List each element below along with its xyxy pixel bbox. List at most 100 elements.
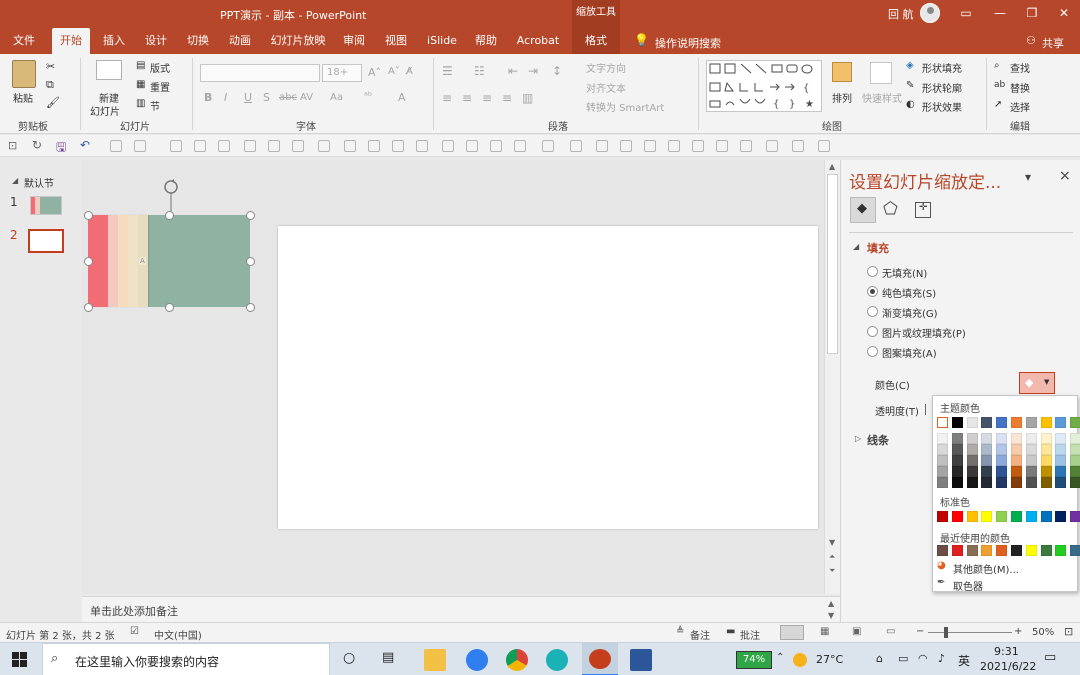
theme-shade-swatch[interactable] — [1011, 477, 1022, 488]
font-size-combo[interactable]: 18+ — [322, 64, 362, 82]
recent-color-swatch[interactable] — [981, 545, 993, 556]
qat-command-icon[interactable] — [244, 140, 256, 152]
theme-shade-swatch[interactable] — [1070, 477, 1080, 488]
qat-command-icon[interactable] — [318, 140, 330, 152]
recent-color-swatch[interactable] — [1070, 545, 1080, 556]
tab-format[interactable]: 格式 — [572, 28, 620, 54]
outdent-icon[interactable]: ⇥ — [528, 64, 538, 78]
section-name[interactable]: 默认节 — [24, 175, 54, 190]
tab-file[interactable]: 文件 — [6, 28, 42, 54]
theme-shade-swatch[interactable] — [1040, 433, 1052, 444]
arrange-button[interactable]: 排列 — [832, 90, 852, 105]
theme-color-swatch[interactable] — [937, 417, 948, 428]
theme-shade-swatch[interactable] — [951, 466, 963, 477]
theme-shade-swatch[interactable] — [1011, 455, 1022, 466]
standard-color-swatch[interactable] — [1011, 511, 1022, 522]
theme-shade-swatch[interactable] — [1025, 455, 1037, 466]
shrink-font-icon[interactable]: A˅ — [388, 66, 400, 77]
layout-button[interactable]: 版式 — [150, 60, 170, 75]
line-expand-icon[interactable]: ▷ — [855, 434, 861, 443]
theme-shade-swatch[interactable] — [966, 466, 978, 477]
tab-insert[interactable]: 插入 — [96, 28, 132, 54]
user-name[interactable]: 回 航 — [888, 6, 914, 22]
theme-shade-swatch[interactable] — [1070, 466, 1080, 477]
qat-command-icon[interactable] — [490, 140, 502, 152]
standard-color-swatch[interactable] — [981, 511, 993, 522]
select-button[interactable]: 选择 — [1010, 99, 1030, 114]
theme-shade-swatch[interactable] — [1011, 433, 1022, 444]
comments-toggle[interactable]: 批注 — [740, 627, 760, 642]
tab-review[interactable]: 审阅 — [336, 28, 372, 54]
size-properties-tab-icon[interactable]: ✛ — [915, 202, 931, 218]
theme-color-swatch[interactable] — [951, 417, 963, 428]
find-button[interactable]: 查找 — [1010, 60, 1030, 75]
gradient-fill-label[interactable]: 渐变填充(G) — [882, 305, 938, 320]
theme-shade-swatch[interactable] — [1055, 477, 1067, 488]
qat-command-icon[interactable] — [416, 140, 428, 152]
tab-acrobat[interactable]: Acrobat — [510, 28, 566, 54]
shape-effects-button[interactable]: 形状效果 — [922, 99, 962, 114]
highlight-icon[interactable]: ᵃᵇ — [364, 91, 372, 102]
network-status-icon[interactable]: ⌂ — [876, 652, 883, 665]
qat-command-icon[interactable] — [542, 140, 554, 152]
word-icon[interactable] — [630, 649, 652, 671]
recent-color-swatch[interactable] — [951, 545, 963, 556]
resize-handle[interactable] — [164, 302, 174, 312]
qat-command-icon[interactable] — [596, 140, 608, 152]
standard-color-swatch[interactable] — [1055, 511, 1067, 522]
prev-slide-icon[interactable]: ⏶ — [829, 552, 835, 562]
radio-picture-fill[interactable] — [867, 326, 878, 337]
resize-handle[interactable] — [245, 256, 255, 266]
restore-button[interactable]: ❐ — [1016, 0, 1048, 28]
theme-shade-swatch[interactable] — [937, 433, 948, 444]
battery-icon[interactable]: ▭ — [898, 652, 908, 665]
justify-icon[interactable]: ≡ — [502, 91, 512, 105]
theme-color-swatch[interactable] — [966, 417, 978, 428]
standard-color-swatch[interactable] — [1025, 511, 1037, 522]
theme-color-swatch[interactable] — [1025, 417, 1037, 428]
indent-icon[interactable]: ⇤ — [508, 64, 518, 78]
theme-shade-swatch[interactable] — [966, 433, 978, 444]
align-center-icon[interactable]: ≡ — [462, 91, 472, 105]
theme-color-swatch[interactable] — [996, 417, 1008, 428]
resize-handle[interactable] — [245, 210, 255, 220]
close-button[interactable]: ✕ — [1048, 0, 1080, 28]
qat-command-icon[interactable] — [194, 140, 206, 152]
format-painter-icon[interactable]: 🖌 — [46, 96, 60, 109]
qat-command-icon[interactable] — [766, 140, 778, 152]
theme-shade-swatch[interactable] — [1025, 433, 1037, 444]
tab-animations[interactable]: 动画 — [222, 28, 258, 54]
eyedropper-item[interactable]: 取色器 — [953, 578, 983, 593]
recent-color-swatch[interactable] — [996, 545, 1008, 556]
notes-pane[interactable]: 单击此处添加备注 ▲ ▼ — [82, 596, 840, 622]
avatar[interactable] — [920, 3, 940, 23]
powerpoint-taskbar-button[interactable] — [582, 643, 618, 675]
standard-color-swatch[interactable] — [1040, 511, 1052, 522]
scroll-thumb[interactable] — [827, 174, 838, 354]
radio-no-fill[interactable] — [867, 266, 878, 277]
theme-shade-swatch[interactable] — [1040, 477, 1052, 488]
theme-shade-swatch[interactable] — [1040, 444, 1052, 455]
spellcheck-icon[interactable]: ☑ — [130, 626, 139, 637]
theme-shade-swatch[interactable] — [1011, 466, 1022, 477]
widgets-icon[interactable]: ▤ — [382, 650, 394, 665]
recent-color-swatch[interactable] — [1011, 545, 1022, 556]
slide-thumbnail-2[interactable] — [28, 229, 64, 253]
search-placeholder[interactable]: 在这里输入你要搜索的内容 — [75, 653, 219, 670]
theme-shade-swatch[interactable] — [996, 455, 1008, 466]
strikethrough-button[interactable]: abc — [279, 92, 297, 103]
rotate-handle[interactable] — [156, 176, 186, 216]
recent-color-swatch[interactable] — [937, 545, 948, 556]
change-case-button[interactable]: Aa — [330, 92, 343, 103]
clock-time[interactable]: 9:31 — [994, 645, 1019, 658]
theme-shade-swatch[interactable] — [981, 477, 993, 488]
notes-scroll-up-icon[interactable]: ▲ — [828, 599, 834, 608]
theme-shade-swatch[interactable] — [937, 466, 948, 477]
tab-design[interactable]: 设计 — [138, 28, 174, 54]
theme-shade-swatch[interactable] — [981, 466, 993, 477]
notification-icon[interactable]: ▭ — [1044, 650, 1056, 665]
notes-toggle[interactable]: 备注 — [690, 627, 710, 642]
fill-section-heading[interactable]: 填充 — [867, 240, 889, 256]
align-text-button[interactable]: 对齐文本 — [586, 80, 626, 95]
resize-handle[interactable] — [83, 210, 93, 220]
